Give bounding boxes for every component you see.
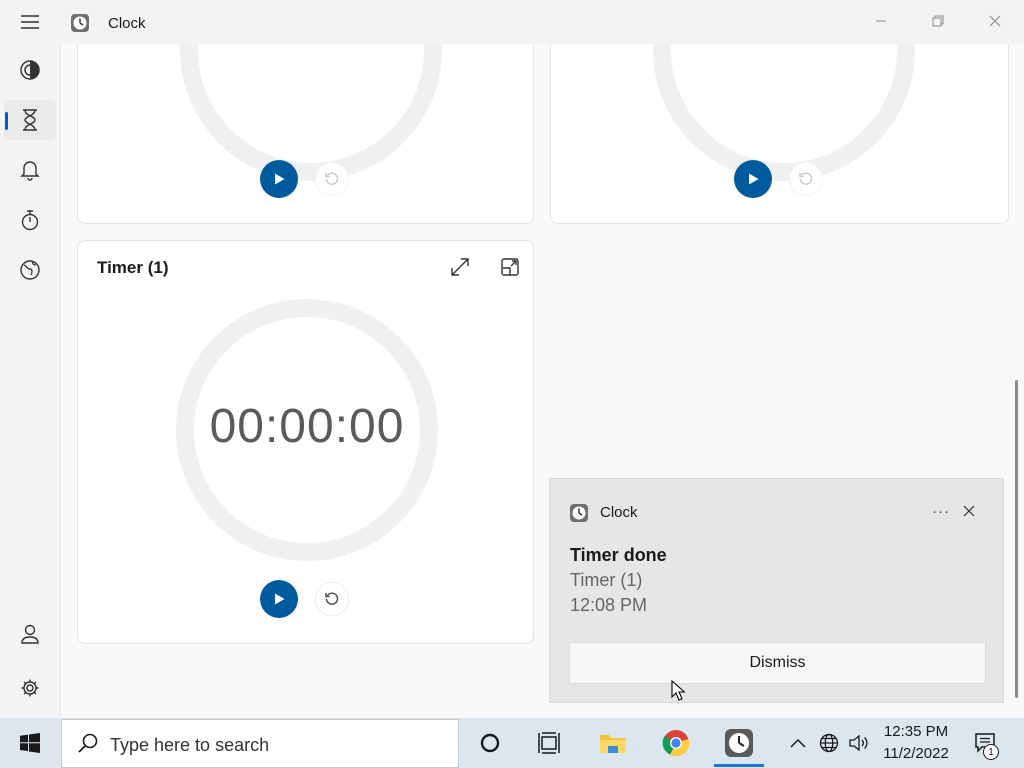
keep-on-top-icon [501,258,519,276]
timer-3-play-button[interactable] [260,580,298,618]
clock-taskbar-button[interactable] [714,718,764,768]
task-view-button[interactable] [524,718,574,768]
close-button[interactable] [975,8,1015,34]
vertical-scrollbar[interactable] [1015,380,1018,698]
focus-sessions-icon [20,60,40,80]
search-icon [78,733,98,753]
file-explorer-button[interactable] [588,718,638,768]
expand-button[interactable] [444,251,476,283]
chrome-button[interactable] [651,718,701,768]
navigation-rail [0,44,60,718]
taskbar-clock-time[interactable]: 12:35 PM [870,723,962,740]
timer-title: Timer (1) [97,258,169,277]
timer-3-reset-button[interactable] [315,582,349,616]
volume-icon [849,734,868,752]
start-button[interactable] [0,718,60,768]
chrome-icon [662,730,690,757]
alarm-bell-icon [20,161,40,181]
notification-count-badge: 1 [983,744,999,760]
clock-app-icon [569,503,589,523]
title-bar: Clock [0,0,1024,44]
nav-focus-sessions[interactable] [4,50,56,90]
clock-app-icon [725,729,753,757]
nav-timer[interactable] [4,100,56,140]
taskbar-search-box[interactable]: Type here to search [61,719,459,768]
timer-time-display: 00:00:00 [209,400,405,453]
cortana-icon [480,733,500,753]
window-title: Clock [108,15,146,32]
minimize-icon [876,20,886,22]
taskbar: Type here to search 12:35 PM 11/2/2022 1 [0,718,1024,768]
reset-icon [325,172,339,185]
reset-icon [325,592,339,605]
timer-ring [180,44,442,181]
timer-hourglass-icon [23,109,37,131]
action-center-button[interactable] [968,718,1002,768]
show-hidden-icons-button[interactable] [786,718,810,768]
toast-timer-name: Timer (1) [570,570,643,590]
nav-world-clock[interactable] [4,250,56,290]
hamburger-icon [21,15,39,29]
timer-2-reset-button[interactable] [789,162,823,196]
toast-more-button[interactable]: ··· [927,497,955,525]
network-globe-icon [819,733,839,753]
stopwatch-icon [21,210,39,231]
hamburger-menu-button[interactable] [10,8,50,36]
play-icon [749,173,759,185]
toast-app-name: Clock [600,504,638,521]
windows-start-icon [20,733,40,753]
toast-time: 12:08 PM [570,595,648,615]
nav-alarm[interactable] [4,150,56,190]
keep-on-top-button[interactable] [494,251,526,283]
minimize-button[interactable] [861,8,901,34]
nav-account[interactable] [4,614,56,654]
timer-card-1 [77,44,534,224]
taskbar-clock-date[interactable]: 11/2/2022 [870,745,962,762]
timer-1-play-button[interactable] [260,160,298,198]
show-hidden-icons-chevron [790,738,806,748]
close-icon [963,505,975,517]
world-clock-icon [20,260,40,280]
nav-active-indicator [5,112,8,130]
mouse-cursor-icon [671,680,685,701]
timer-card-3[interactable]: Timer (1) 00:00:00 [77,240,534,644]
active-app-indicator [714,764,764,767]
file-explorer-icon [600,735,626,753]
close-icon [989,15,1001,27]
settings-gear-icon [21,679,39,697]
cortana-button[interactable] [465,718,515,768]
timer-1-reset-button[interactable] [315,162,349,196]
network-button[interactable] [816,718,842,768]
nav-settings[interactable] [4,668,56,708]
toast-heading: Timer done [570,545,667,565]
task-view-icon [538,732,560,754]
reset-icon [799,172,813,185]
play-icon [275,173,285,185]
clock-app-icon [70,13,90,33]
account-icon [21,624,39,644]
timer-2-play-button[interactable] [734,160,772,198]
timer-ring [653,44,915,181]
restore-button[interactable] [918,8,958,34]
timer-card-2 [550,44,1009,224]
volume-button[interactable] [846,718,872,768]
restore-icon [932,15,944,27]
toast-close-button[interactable] [955,497,983,525]
nav-stopwatch[interactable] [4,200,56,240]
dismiss-button[interactable]: Dismiss [569,642,986,684]
expand-icon [451,258,469,276]
timer-done-toast[interactable]: Clock ··· Timer done Timer (1) 12:08 PM … [549,478,1004,703]
play-icon [275,593,285,605]
search-placeholder: Type here to search [110,735,270,755]
